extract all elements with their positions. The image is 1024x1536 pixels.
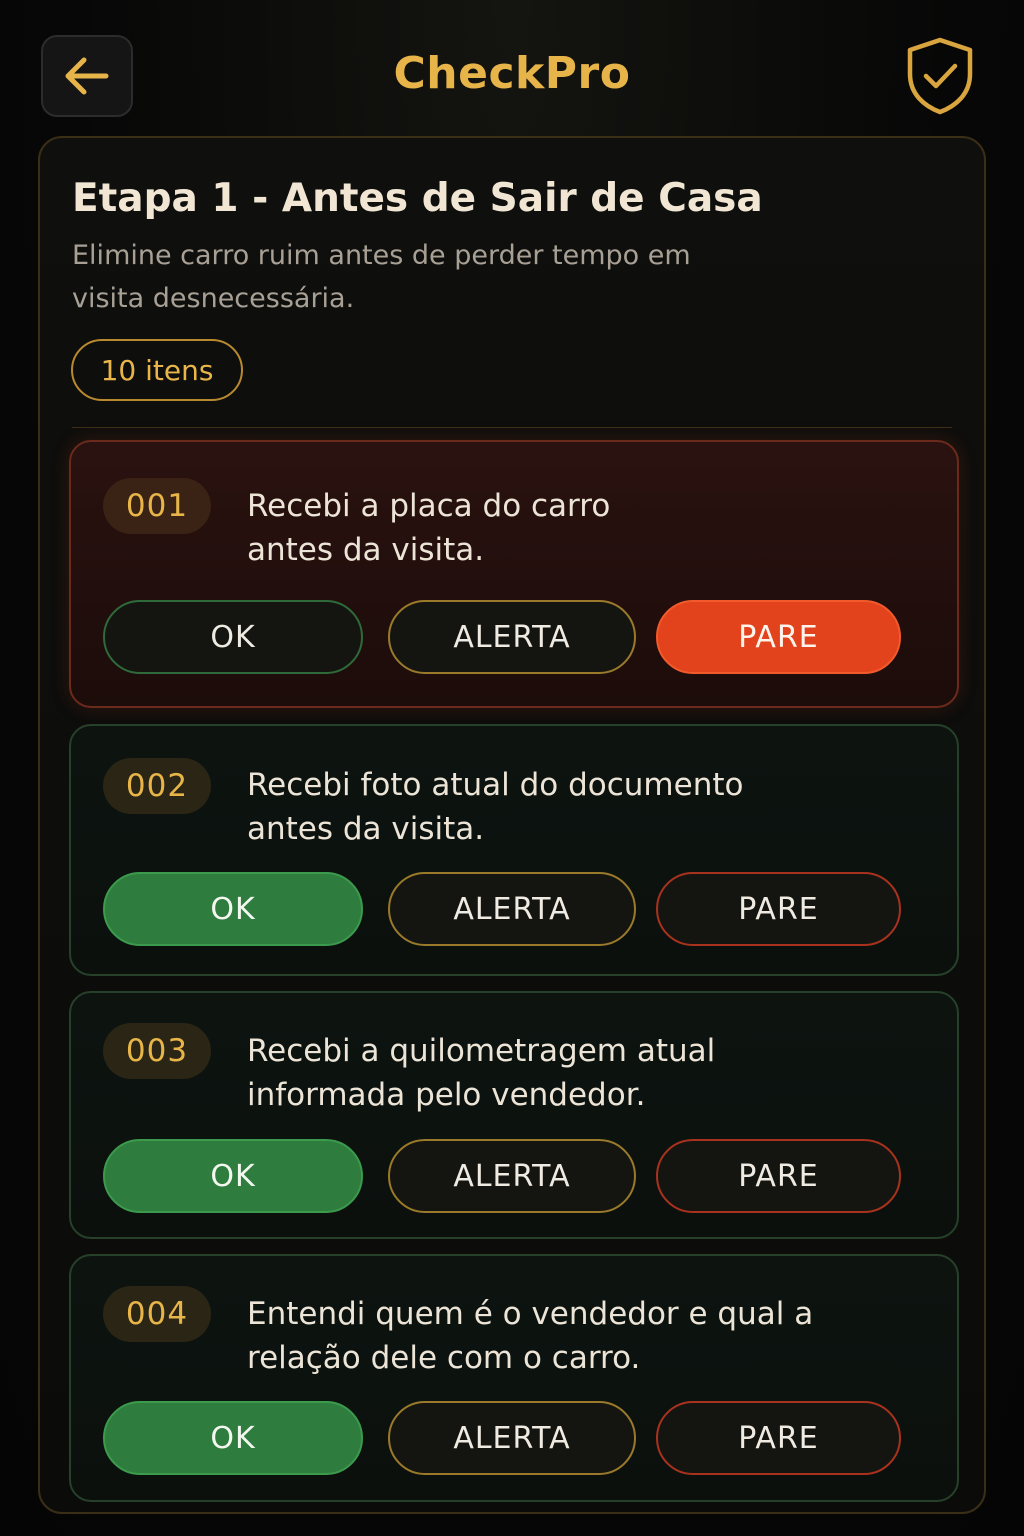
stop-button[interactable]: PARE	[656, 600, 901, 674]
item-number-badge: 004	[103, 1286, 211, 1342]
ok-button[interactable]: OK	[103, 1139, 363, 1213]
ok-button[interactable]: OK	[103, 872, 363, 946]
ok-button[interactable]: OK	[103, 1401, 363, 1475]
item-number-badge: 002	[103, 758, 211, 814]
alert-button[interactable]: ALERTA	[388, 600, 636, 674]
alert-button[interactable]: ALERTA	[388, 1139, 636, 1213]
ok-button[interactable]: OK	[103, 600, 363, 674]
stop-button[interactable]: PARE	[656, 1139, 901, 1213]
item-text: Recebi foto atual do documento antes da …	[247, 767, 744, 847]
alert-button[interactable]: ALERTA	[388, 1401, 636, 1475]
stage-panel: Etapa 1 - Antes de Sair de Casa Elimine …	[38, 136, 986, 1514]
checklist-item: 002 Recebi foto atual do documento antes…	[69, 724, 959, 976]
stage-subtitle: Elimine carro ruim antes de perder tempo…	[72, 240, 691, 314]
divider	[72, 427, 952, 428]
items-count-badge: 10 itens	[71, 339, 243, 401]
checklist-item: 003 Recebi a quilometragem atual informa…	[69, 991, 959, 1239]
stop-button[interactable]: PARE	[656, 872, 901, 946]
item-text: Recebi a placa do carro antes da visita.	[247, 488, 611, 568]
checklist-item: 001 Recebi a placa do carro antes da vis…	[69, 440, 959, 708]
item-text: Entendi quem é o vendedor e qual a relaç…	[247, 1296, 814, 1376]
checklist-item: 004 Entendi quem é o vendedor e qual a r…	[69, 1254, 959, 1502]
screen: CheckPro Etapa 1 - Antes de Sair de Casa…	[0, 0, 1024, 1536]
item-text: Recebi a quilometragem atual informada p…	[247, 1033, 716, 1113]
stop-button[interactable]: PARE	[656, 1401, 901, 1475]
stage-title: Etapa 1 - Antes de Sair de Casa	[72, 176, 763, 221]
alert-button[interactable]: ALERTA	[388, 872, 636, 946]
item-number-badge: 001	[103, 478, 211, 534]
item-number-badge: 003	[103, 1023, 211, 1079]
shield-check-icon[interactable]	[904, 36, 976, 116]
app-title: CheckPro	[393, 48, 631, 99]
